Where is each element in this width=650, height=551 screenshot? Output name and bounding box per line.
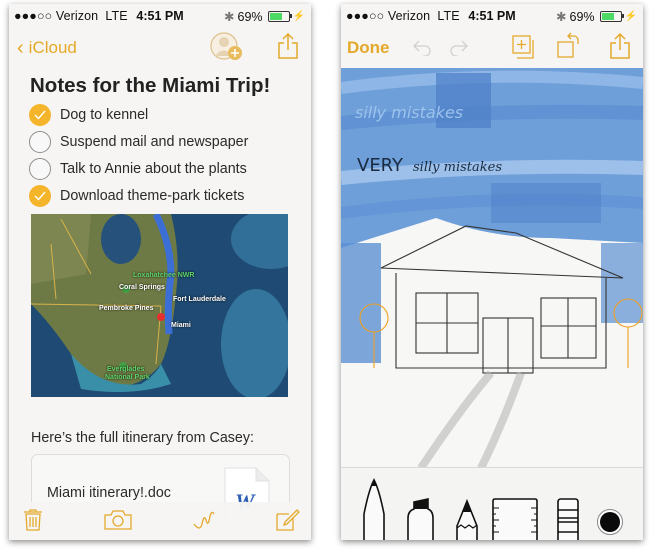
share-icon xyxy=(278,32,298,59)
satellite-map xyxy=(31,214,288,397)
note-title: Notes for the Miami Trip! xyxy=(30,74,271,97)
nav-bar: Done xyxy=(341,26,643,68)
rotate-icon[interactable] xyxy=(556,32,582,60)
checklist-item: Download theme-park tickets xyxy=(29,182,248,209)
pencil-tool[interactable] xyxy=(454,498,480,540)
attachment-name: Miami itinerary!.doc xyxy=(47,485,171,501)
sketch-icon[interactable] xyxy=(192,506,218,532)
back-button[interactable]: ‹ iCloud xyxy=(17,38,77,58)
done-button[interactable]: Done xyxy=(347,38,390,58)
color-picker[interactable] xyxy=(596,508,624,536)
undo-icon[interactable] xyxy=(411,38,433,56)
share-button[interactable] xyxy=(277,32,299,65)
checkbox-unchecked[interactable] xyxy=(29,130,51,153)
checkbox-checked[interactable] xyxy=(29,103,51,126)
compose-icon[interactable] xyxy=(275,506,301,532)
status-bar: ●●●○○ Verizon LTE 4:51 PM ✱ 69% ⚡ xyxy=(9,4,311,26)
checklist: Dog to kennel Suspend mail and newspaper… xyxy=(29,101,248,209)
marker-tool[interactable] xyxy=(406,498,436,540)
map-label: Fort Lauderdale xyxy=(173,296,226,303)
map-attachment[interactable]: Loxahatchee NWR Coral Springs Fort Laude… xyxy=(31,214,288,397)
add-person-icon xyxy=(210,32,242,60)
battery-icon xyxy=(267,11,292,22)
battery-percent: 69% xyxy=(237,9,263,24)
map-label: Everglades xyxy=(107,366,145,373)
checklist-item: Dog to kennel xyxy=(29,101,248,128)
map-label: Miami xyxy=(171,322,191,329)
battery-percent: 69% xyxy=(569,9,595,24)
drawing-canvas[interactable]: silly mistakes VERY silly mistakes xyxy=(341,68,643,468)
notes-screen: ●●●○○ Verizon LTE 4:51 PM ✱ 69% ⚡ ‹ iClo… xyxy=(9,4,311,540)
handwriting-bold: VERY xyxy=(357,155,404,176)
checkbox-unchecked[interactable] xyxy=(29,157,51,180)
bluetooth-icon: ✱ xyxy=(556,10,567,24)
map-label: National Park xyxy=(105,374,150,381)
add-page-icon[interactable] xyxy=(511,34,535,60)
sketch-screen: ●●●○○ Verizon LTE 4:51 PM ✱ 69% ⚡ Done s… xyxy=(341,4,643,540)
handwriting-text: silly mistakes xyxy=(413,160,502,175)
status-bar: ●●●○○ Verizon LTE 4:51 PM ✱ 69% ⚡ xyxy=(341,4,643,26)
note-body-text: Here’s the full itinerary from Casey: xyxy=(31,430,255,446)
chevron-left-icon: ‹ xyxy=(17,37,24,59)
eraser-tool[interactable] xyxy=(556,498,580,540)
battery-icon xyxy=(599,11,624,22)
camera-icon[interactable] xyxy=(103,509,133,531)
pen-tool[interactable] xyxy=(361,474,391,540)
checkmark-icon xyxy=(34,110,46,120)
bolt-icon: ⚡ xyxy=(292,11,305,22)
bottom-toolbar xyxy=(9,502,311,540)
map-label: Coral Springs xyxy=(119,284,165,291)
share-icon[interactable] xyxy=(609,32,631,60)
map-label: Pembroke Pines xyxy=(99,305,154,312)
checkmark-icon xyxy=(34,191,46,201)
redo-icon[interactable] xyxy=(448,38,470,56)
checklist-item: Suspend mail and newspaper xyxy=(29,128,248,155)
bluetooth-icon: ✱ xyxy=(224,10,235,24)
nav-bar: ‹ iCloud xyxy=(9,26,311,68)
bolt-icon: ⚡ xyxy=(624,11,637,22)
sketch-drawing xyxy=(341,68,643,468)
faint-handwriting: silly mistakes xyxy=(355,103,464,122)
ruler-tool[interactable] xyxy=(491,498,539,540)
checklist-item: Talk to Annie about the plants xyxy=(29,155,248,182)
checkbox-checked[interactable] xyxy=(29,184,51,207)
add-person-button[interactable] xyxy=(209,31,245,68)
map-label: Loxahatchee NWR xyxy=(133,272,195,279)
trash-icon[interactable] xyxy=(23,508,43,532)
drawing-tools xyxy=(341,467,643,540)
